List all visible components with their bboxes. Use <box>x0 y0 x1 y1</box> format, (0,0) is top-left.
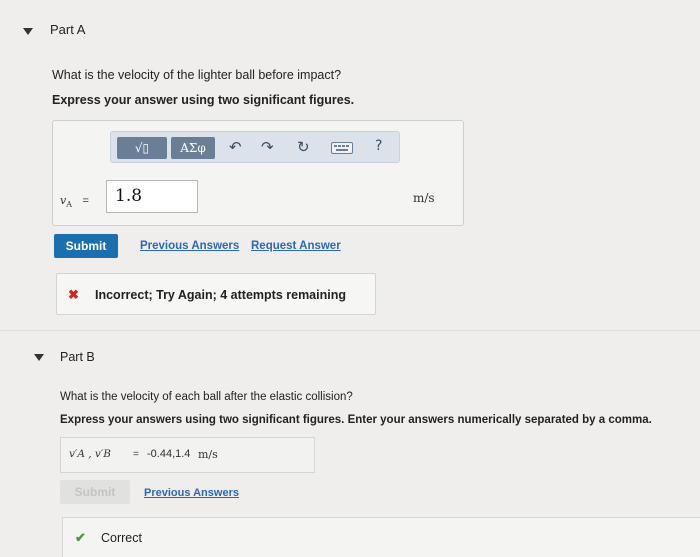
variable-subscript: A <box>66 200 72 210</box>
part-a-collapse-caret-icon[interactable] <box>23 28 33 35</box>
keyboard-icon[interactable] <box>331 142 353 154</box>
part-a-unit: m/s <box>413 191 435 205</box>
part-a-instruction: Express your answer using two significan… <box>52 93 355 107</box>
part-b-answer-value: -0.44,1.4 <box>147 448 191 460</box>
part-b-equals: = <box>133 449 139 460</box>
previous-answers-link[interactable]: Previous Answers <box>140 240 239 252</box>
submit-button[interactable]: Submit <box>54 234 118 258</box>
velocity-input[interactable]: 1.8 <box>106 180 198 213</box>
part-b-question: What is the velocity of each ball after … <box>60 391 353 403</box>
math-toolbar: √▯ ΑΣφ ↶ ↷ ↻ ? <box>110 131 400 163</box>
check-mark-icon: ✔ <box>75 530 86 545</box>
feedback-text: Incorrect; Try Again; 4 attempts remaini… <box>95 288 346 302</box>
redo-icon[interactable]: ↷ <box>261 138 274 156</box>
part-b-unit: m/s <box>198 448 218 461</box>
correct-feedback: ✔ Correct <box>62 517 700 557</box>
request-answer-link[interactable]: Request Answer <box>251 240 341 252</box>
part-a-question: What is the velocity of the lighter ball… <box>52 68 342 82</box>
part-a-answer-box: √▯ ΑΣφ ↶ ↷ ↻ ? vA = 1.8 m/s <box>52 120 464 226</box>
part-b-submit-button-disabled: Submit <box>60 480 130 504</box>
part-b-title[interactable]: Part B <box>60 350 95 364</box>
part-b-answer-box: v′A , v′B = -0.44,1.4 m/s <box>60 437 315 473</box>
part-b-instruction: Express your answers using two significa… <box>60 414 652 426</box>
undo-icon[interactable]: ↶ <box>229 138 242 156</box>
part-a-title[interactable]: Part A <box>50 22 85 37</box>
incorrect-feedback: ✖ Incorrect; Try Again; 4 attempts remai… <box>56 273 376 315</box>
part-b-collapse-caret-icon[interactable] <box>34 354 44 361</box>
part-a-variable-label: vA = <box>60 191 89 209</box>
greek-symbols-button[interactable]: ΑΣφ <box>171 137 215 159</box>
part-divider <box>0 330 700 331</box>
reset-icon[interactable]: ↻ <box>297 138 310 156</box>
correct-text: Correct <box>101 531 142 545</box>
help-icon[interactable]: ? <box>375 138 382 154</box>
part-b-variables: v′A , v′B <box>69 448 111 460</box>
template-button[interactable]: √▯ <box>117 137 167 159</box>
part-b-previous-answers-link[interactable]: Previous Answers <box>144 487 239 499</box>
x-mark-icon: ✖ <box>68 287 79 302</box>
equals-sign: = <box>82 195 89 207</box>
